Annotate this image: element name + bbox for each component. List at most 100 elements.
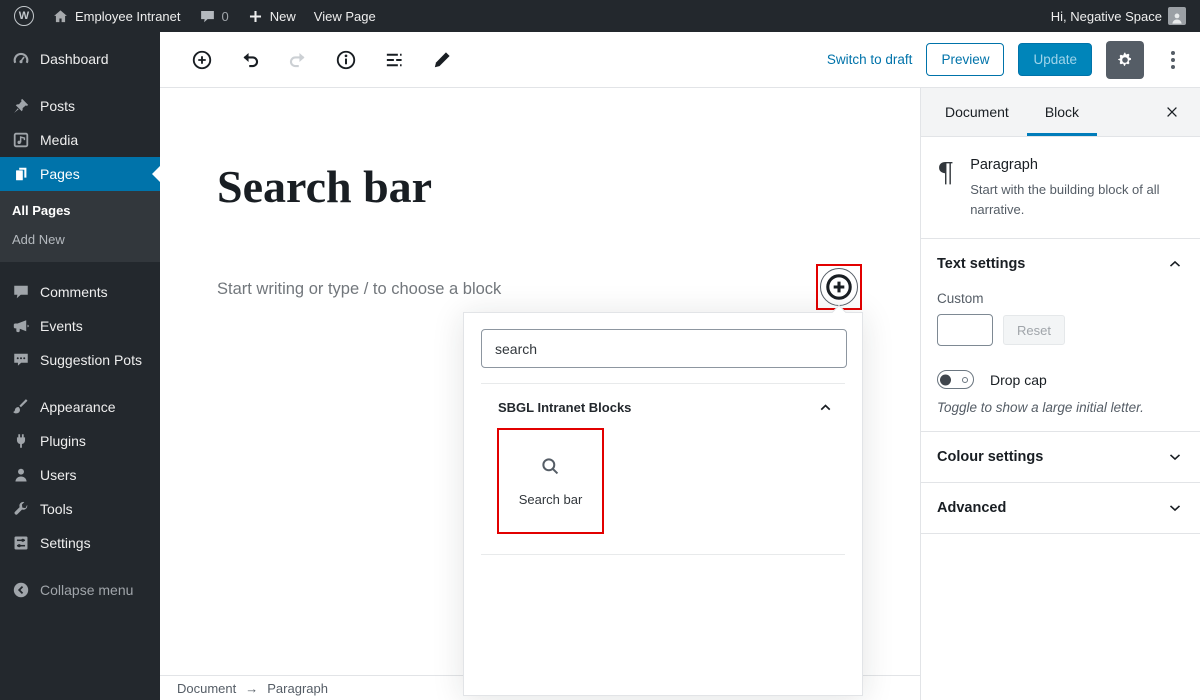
redo-icon	[289, 52, 305, 67]
preview-button[interactable]: Preview	[926, 43, 1005, 76]
account-menu[interactable]: Hi, Negative Space	[1051, 7, 1186, 25]
search-bar-block-tile[interactable]: Search bar	[499, 430, 602, 532]
post-title-input[interactable]: Search bar	[217, 160, 432, 213]
submenu-item-all-pages[interactable]: All Pages	[0, 196, 160, 225]
sidebar-item-label: Events	[40, 318, 83, 334]
editor-actions: Switch to draft Preview Update	[827, 40, 1188, 79]
advanced-title: Advanced	[937, 500, 1007, 517]
sidebar-item-users[interactable]: Users	[0, 458, 160, 492]
undo-button[interactable]	[230, 40, 270, 80]
submenu-item-add-new[interactable]: Add New	[0, 225, 160, 254]
editor-tools	[182, 40, 462, 80]
search-icon	[542, 457, 559, 474]
settings-icon	[12, 534, 30, 552]
add-block-button[interactable]	[820, 268, 858, 306]
block-search-input[interactable]	[481, 329, 847, 368]
brush-icon	[12, 398, 30, 416]
site-name-menu[interactable]: Employee Intranet	[52, 8, 181, 25]
breadcrumb-arrow-icon: →	[245, 680, 259, 696]
sidebar-item-tools[interactable]: Tools	[0, 492, 160, 526]
block-inserter-popup: SBGL Intranet Blocks Search bar	[463, 304, 863, 696]
tab-document[interactable]: Document	[927, 88, 1027, 136]
settings-tabs: Document Block	[921, 88, 1200, 137]
block-category-header[interactable]: SBGL Intranet Blocks	[464, 384, 862, 422]
media-icon	[12, 131, 30, 149]
reset-button[interactable]: Reset	[1003, 315, 1065, 346]
sidebar-item-label: Dashboard	[40, 51, 109, 67]
plug-icon	[12, 432, 30, 450]
wordpress-logo-icon[interactable]: W	[14, 6, 34, 26]
ellipsis-icon	[1171, 50, 1175, 55]
text-settings-toggle[interactable]: Text settings	[937, 255, 1184, 273]
sidebar-item-appearance[interactable]: Appearance	[0, 390, 160, 424]
breadcrumb-paragraph[interactable]: Paragraph	[267, 681, 328, 696]
advanced-toggle[interactable]: Advanced	[937, 499, 1184, 517]
sidebar-item-plugins[interactable]: Plugins	[0, 424, 160, 458]
collapse-arrow-icon	[12, 581, 30, 599]
admin-bar-right: Hi, Negative Space	[1051, 0, 1186, 32]
block-navigation-button[interactable]	[374, 40, 414, 80]
sidebar-item-label: Tools	[40, 501, 73, 517]
settings-gear-button[interactable]	[1106, 40, 1144, 79]
plus-circle-icon	[192, 50, 212, 69]
paragraph-block-placeholder[interactable]: Start writing or type / to choose a bloc…	[217, 280, 501, 299]
edit-mode-button[interactable]	[422, 40, 462, 80]
popup-divider	[481, 554, 845, 555]
comments-icon	[12, 283, 30, 301]
text-settings-title: Text settings	[937, 256, 1026, 273]
undo-icon	[243, 52, 259, 67]
block-card-title: Paragraph	[970, 157, 1038, 173]
view-page-menu[interactable]: View Page	[314, 9, 376, 24]
custom-size-input[interactable]	[937, 314, 993, 347]
greeting-label: Hi, Negative Space	[1050, 8, 1162, 24]
switch-to-draft-button[interactable]: Switch to draft	[827, 52, 913, 67]
sidebar-item-comments[interactable]: Comments	[0, 275, 160, 309]
close-sidebar-button[interactable]	[1154, 88, 1190, 136]
sidebar-item-settings[interactable]: Settings	[0, 526, 160, 560]
admin-bar-left: W Employee Intranet 0 New View Page	[14, 0, 376, 32]
block-card-description: Start with the building block of all nar…	[970, 182, 1160, 218]
sidebar-item-pages[interactable]: Pages	[0, 157, 160, 191]
pencil-icon	[434, 51, 450, 67]
sidebar-item-label: Collapse menu	[40, 582, 134, 598]
comments-menu[interactable]: 0	[199, 8, 229, 25]
pages-icon	[12, 165, 30, 183]
drop-cap-toggle[interactable]	[937, 370, 974, 390]
admin-sidebar: Dashboard Posts Media Pages All Pages Ad…	[0, 32, 160, 700]
custom-size-label: Custom	[937, 291, 984, 307]
block-category-title: SBGL Intranet Blocks	[498, 400, 632, 415]
avatar	[1168, 7, 1186, 25]
colour-settings-title: Colour settings	[937, 449, 1044, 466]
site-name-label: Employee Intranet	[75, 8, 181, 24]
content-structure-button[interactable]	[326, 40, 366, 80]
dashboard-icon	[12, 50, 30, 68]
menu-separator	[0, 76, 160, 89]
new-label: New	[269, 8, 296, 24]
colour-settings-toggle[interactable]: Colour settings	[937, 448, 1184, 466]
menu-separator	[0, 560, 160, 573]
breadcrumb-document[interactable]: Document	[177, 681, 236, 696]
sidebar-item-suggestion-pots[interactable]: Suggestion Pots	[0, 343, 160, 377]
sidebar-item-posts[interactable]: Posts	[0, 89, 160, 123]
user-icon	[12, 466, 30, 484]
sidebar-item-media[interactable]: Media	[0, 123, 160, 157]
more-options-button[interactable]	[1158, 41, 1188, 79]
sidebar-item-events[interactable]: Events	[0, 309, 160, 343]
pushpin-icon	[12, 97, 30, 115]
font-size-row: Reset	[937, 314, 1184, 347]
list-icon	[386, 53, 402, 66]
sidebar-item-label: Settings	[40, 535, 91, 551]
sidebar-item-dashboard[interactable]: Dashboard	[0, 42, 160, 76]
tab-block[interactable]: Block	[1027, 88, 1097, 136]
annotation-red-box-search-bar-block: Search bar	[497, 428, 604, 534]
megaphone-icon	[12, 317, 30, 335]
redo-button[interactable]	[278, 40, 318, 80]
block-tile-label: Search bar	[518, 491, 583, 507]
admin-bar: W Employee Intranet 0 New View Page Hi, …	[0, 0, 1200, 32]
inserter-toggle-button[interactable]	[182, 40, 222, 80]
update-button[interactable]: Update	[1018, 43, 1092, 76]
sidebar-item-label: Media	[40, 132, 79, 148]
wrench-icon	[12, 500, 30, 518]
collapse-menu-button[interactable]: Collapse menu	[0, 573, 160, 607]
new-menu[interactable]: New	[247, 8, 296, 25]
